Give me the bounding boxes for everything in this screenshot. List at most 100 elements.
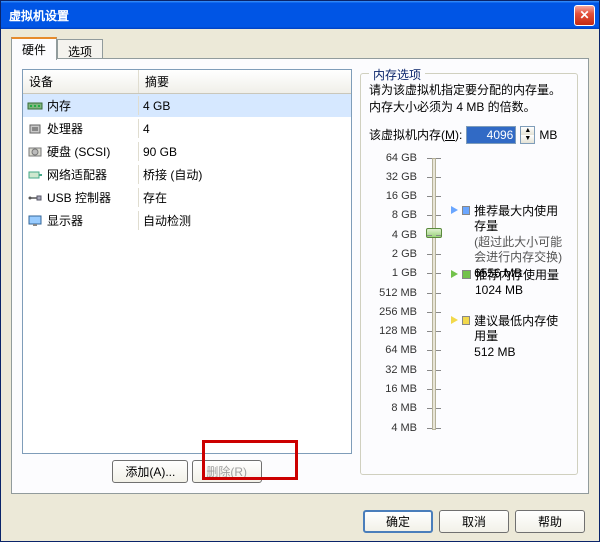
titlebar[interactable]: 虚拟机设置 ✕ [1,1,599,29]
dialog-buttons: 确定 取消 帮助 [363,510,585,533]
tick-mark [436,370,441,371]
device-name: 处理器 [47,120,83,137]
tick-label: 16 MB [369,383,417,395]
tab-hardware[interactable]: 硬件 [11,37,57,60]
spin-up-icon[interactable]: ▲ [521,127,534,135]
tick-label: 8 GB [369,209,417,221]
list-header: 设备 摘要 [23,70,351,94]
device-summary: 桥接 (自动) [139,165,351,184]
device-row[interactable]: 处理器4 [23,117,351,140]
display-icon [27,214,43,228]
tick-label: 64 MB [369,344,417,356]
usb-icon [27,191,43,205]
header-device[interactable]: 设备 [23,70,139,93]
tick-mark [436,312,441,313]
add-button[interactable]: 添加(A)... [112,460,188,483]
settings-column: 内存选项 请为该虚拟机指定要分配的内存量。内存大小必须为 4 MB 的倍数。 该… [360,69,578,483]
tick-label: 4 GB [369,229,417,241]
slider-thumb[interactable] [426,228,442,238]
tick-mark [427,312,432,313]
device-name: 硬盘 (SCSI) [47,143,110,160]
memory-slider[interactable] [423,154,445,434]
tick-mark [436,293,441,294]
tick-mark [436,389,441,390]
device-list[interactable]: 设备 摘要 内存4 GB处理器4硬盘 (SCSI)90 GB 网络适配器 桥接 (自… [22,69,352,454]
tick-mark [427,350,432,351]
memory-group-title: 内存选项 [369,66,425,83]
window-body: 硬件选项 设备 摘要 内存4 GB处理器4硬盘 (SCSI)90 GB网络适配器… [1,29,599,541]
tick-mark [427,389,432,390]
memory-unit: MB [539,128,557,142]
tick-mark [427,235,432,236]
device-row[interactable]: 显示器自动检测 [23,209,351,232]
memory-input[interactable] [466,126,516,144]
tick-label: 128 MB [369,325,417,337]
tick-mark [427,254,432,255]
tick-mark [427,370,432,371]
tick-mark [427,428,432,429]
tick-label: 2 GB [369,248,417,260]
tick-mark [427,273,432,274]
tick-label: 512 MB [369,287,417,299]
memory-label: 该虚拟机内存(M): [369,126,462,143]
tick-mark [436,254,441,255]
tick-label: 8 MB [369,402,417,414]
tick-mark [436,273,441,274]
tick-label: 4 MB [369,422,417,434]
disk-icon [27,145,43,159]
tick-mark [436,331,441,332]
device-column: 设备 摘要 内存4 GB处理器4硬盘 (SCSI)90 GB 网络适配器 桥接 (自… [22,69,352,483]
memory-slider-area: 64 GB32 GB16 GB8 GB4 GB2 GB1 GB512 MB256… [369,154,569,434]
tick-mark [436,215,441,216]
ok-button[interactable]: 确定 [363,510,433,533]
device-row[interactable]: USB 控制器 存在 [23,186,351,209]
triangle-icon [451,206,458,214]
square-icon [462,206,470,215]
window-title: 虚拟机设置 [9,7,574,24]
tick-label: 32 MB [369,364,417,376]
help-button[interactable]: 帮助 [515,510,585,533]
memory-desc: 请为该虚拟机指定要分配的内存量。内存大小必须为 4 MB 的倍数。 [369,82,569,116]
tick-mark [436,235,441,236]
device-row[interactable]: 内存4 GB [23,94,351,117]
device-row[interactable]: 网络适配器 桥接 (自动) [23,163,351,186]
tick-label: 64 GB [369,152,417,164]
remove-button: 删除(R) [192,460,262,483]
slider-markers: 推荐最大内使用存量(超过此大小可能会进行内存交换)6556 MB 推荐内存使用量… [451,154,569,434]
tick-mark [436,428,441,429]
memory-icon [27,99,43,113]
cancel-button[interactable]: 取消 [439,510,509,533]
memory-spinner[interactable]: ▲▼ [520,126,535,144]
close-button[interactable]: ✕ [574,5,595,26]
device-summary: 4 GB [139,96,351,115]
device-row[interactable]: 硬盘 (SCSI)90 GB [23,140,351,163]
tick-label: 1 GB [369,267,417,279]
tick-mark [427,177,432,178]
device-name: 显示器 [47,212,83,229]
tick-mark [427,293,432,294]
triangle-icon [451,316,458,324]
tabstrip: 硬件选项 [11,37,589,59]
tick-mark [436,158,441,159]
slider-tick-labels: 64 GB32 GB16 GB8 GB4 GB2 GB1 GB512 MB256… [369,154,417,434]
tick-mark [436,196,441,197]
tick-mark [427,158,432,159]
tick-mark [427,408,432,409]
device-name: 网络适配器 [47,166,107,183]
memory-group: 内存选项 请为该虚拟机指定要分配的内存量。内存大小必须为 4 MB 的倍数。 该… [360,73,578,475]
marker-recommended: 推荐内存使用量1024 MB [451,268,559,299]
tick-label: 16 GB [369,190,417,202]
triangle-icon [451,270,458,278]
device-name: USB 控制器 [47,189,111,206]
spin-down-icon[interactable]: ▼ [521,135,534,143]
vm-settings-window: 虚拟机设置 ✕ 硬件选项 设备 摘要 内存4 GB处理器4硬盘 (SCSI)90… [0,0,600,542]
marker-min: 建议最低内存使用量512 MB [451,314,569,361]
square-icon [462,270,471,279]
header-summary[interactable]: 摘要 [139,70,351,93]
device-summary: 存在 [139,188,351,207]
tick-mark [427,196,432,197]
tick-mark [436,350,441,351]
tab-panel: 设备 摘要 内存4 GB处理器4硬盘 (SCSI)90 GB 网络适配器 桥接 (自… [11,58,589,494]
tick-mark [427,215,432,216]
tick-mark [436,408,441,409]
